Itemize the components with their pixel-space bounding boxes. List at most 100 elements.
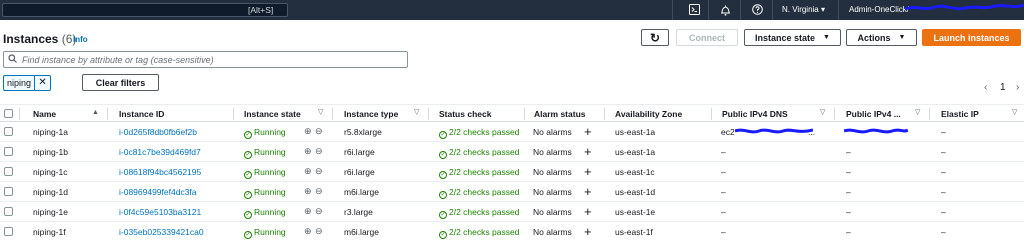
add-alarm-icon[interactable]: + — [584, 164, 592, 179]
notifications-icon[interactable] — [719, 4, 731, 16]
zoom-out-icon[interactable]: ⊖ — [315, 146, 323, 157]
add-alarm-icon[interactable]: + — [584, 224, 592, 239]
status-label: 2/2 checks passed — [449, 227, 520, 237]
sort-icon[interactable]: ▽ — [318, 108, 323, 116]
column-header-instance-state[interactable]: Instance state — [244, 109, 301, 119]
connect-button[interactable]: Connect — [676, 29, 738, 46]
select-all-checkbox[interactable] — [4, 109, 13, 118]
zoom-in-icon[interactable]: ⊕ — [304, 126, 312, 137]
column-header-public-ip[interactable]: Public IPv4 ... — [846, 109, 901, 119]
table-row[interactable]: niping-1d i-08969499fef4dc3fa ✓ Running ⊕… — [0, 182, 1024, 202]
zoom-out-icon[interactable]: ⊖ — [315, 126, 323, 137]
zoom-in-icon[interactable]: ⊕ — [304, 226, 312, 237]
add-alarm-icon[interactable]: + — [584, 184, 592, 199]
global-search-input[interactable] — [2, 3, 288, 17]
table-row[interactable]: niping-1e i-0f4c59e5103ba3121 ✓ Running ⊕… — [0, 202, 1024, 222]
info-link[interactable]: Info — [73, 35, 88, 44]
cell-public-dns: – — [721, 147, 726, 157]
status-label: 2/2 checks passed — [449, 187, 520, 197]
row-checkbox[interactable] — [4, 147, 13, 156]
row-checkbox[interactable] — [4, 207, 13, 216]
nav-divider — [672, 0, 673, 20]
cell-public-dns[interactable]: ec2 — [721, 127, 735, 137]
column-header-availability-zone[interactable]: Availability Zone — [615, 109, 682, 119]
sort-ascending-icon[interactable]: ▲ — [92, 109, 99, 116]
column-header-alarm-status[interactable]: Alarm status — [534, 109, 586, 119]
row-checkbox[interactable] — [4, 227, 13, 236]
add-alarm-icon[interactable]: + — [584, 124, 592, 139]
cell-availability-zone: us-east-1e — [615, 207, 656, 217]
search-icon — [8, 53, 17, 66]
cloudshell-icon[interactable] — [688, 4, 700, 16]
zoom-in-icon[interactable]: ⊕ — [304, 166, 312, 177]
check-circle-icon: ✓ — [439, 191, 447, 199]
account-menu[interactable]: Admin-OneClick/ — [849, 5, 909, 14]
zoom-out-icon[interactable]: ⊖ — [315, 206, 323, 217]
cell-status-check[interactable]: ✓ 2/2 checks passed — [439, 207, 519, 219]
column-header-elastic-ip[interactable]: Elastic IP — [941, 109, 979, 119]
cell-public-ip: – — [846, 187, 851, 197]
cell-instance-type: r3.large — [344, 207, 373, 217]
sort-icon[interactable]: ▽ — [1012, 108, 1017, 116]
cell-instance-type: r6i.large — [344, 147, 375, 157]
nav-divider — [838, 0, 839, 20]
row-checkbox[interactable] — [4, 127, 13, 136]
add-alarm-icon[interactable]: + — [584, 144, 592, 159]
cell-instance-id[interactable]: i-08618f94bc4562195 — [119, 167, 201, 177]
add-alarm-icon[interactable]: + — [584, 204, 592, 219]
column-divider — [233, 108, 234, 120]
cell-status-check[interactable]: ✓ 2/2 checks passed — [439, 127, 519, 139]
cell-alarm-status: No alarms — [533, 187, 572, 197]
status-label: 2/2 checks passed — [449, 147, 520, 157]
zoom-out-icon[interactable]: ⊖ — [315, 166, 323, 177]
cell-instance-id[interactable]: i-0f4c59e5103ba3121 — [119, 207, 201, 217]
sort-icon[interactable]: ▽ — [820, 108, 825, 116]
column-header-status-check[interactable]: Status check — [439, 109, 491, 119]
table-row[interactable]: niping-1a i-0d265f8db0fb6ef2b ✓ Running ⊕… — [0, 122, 1024, 142]
instance-state-button[interactable]: Instance state ▼ — [744, 29, 841, 46]
redacted-dns-scribble — [735, 128, 813, 134]
cell-status-check[interactable]: ✓ 2/2 checks passed — [439, 147, 519, 159]
row-checkbox[interactable] — [4, 167, 13, 176]
check-circle-icon: ✓ — [244, 171, 252, 179]
zoom-out-icon[interactable]: ⊖ — [315, 226, 323, 237]
cell-alarm-status: No alarms — [533, 167, 572, 177]
column-header-public-dns[interactable]: Public IPv4 DNS — [722, 109, 788, 119]
cell-elastic-ip: – — [941, 227, 946, 237]
cell-instance-id[interactable]: i-0d265f8db0fb6ef2b — [119, 127, 197, 137]
clear-filters-button[interactable]: Clear filters — [82, 74, 159, 91]
cell-instance-id[interactable]: i-0c81c7be39d469fd7 — [119, 147, 201, 157]
next-page-icon[interactable]: › — [1016, 82, 1019, 93]
page-number[interactable]: 1 — [1000, 82, 1006, 93]
cell-status-check[interactable]: ✓ 2/2 checks passed — [439, 167, 519, 179]
instance-filter-input[interactable]: Find instance by attribute or tag (case-… — [3, 51, 408, 68]
cell-elastic-ip: – — [941, 167, 946, 177]
actions-button[interactable]: Actions ▼ — [846, 29, 917, 46]
filter-placeholder: Find instance by attribute or tag (case-… — [22, 54, 214, 65]
region-selector[interactable]: N. Virginia ▾ — [782, 5, 825, 14]
column-header-instance-type[interactable]: Instance type — [344, 109, 398, 119]
search-shortcut-hint: [Alt+S] — [248, 5, 274, 15]
help-icon[interactable] — [751, 4, 763, 16]
sort-icon[interactable]: ▽ — [915, 108, 920, 116]
refresh-button[interactable]: ↻ — [641, 29, 669, 46]
zoom-in-icon[interactable]: ⊕ — [304, 146, 312, 157]
launch-instances-button[interactable]: Launch instances — [922, 29, 1021, 46]
table-row[interactable]: niping-1f i-035eb025339421ca0 ✓ Running ⊕… — [0, 222, 1024, 242]
cell-status-check[interactable]: ✓ 2/2 checks passed — [439, 227, 519, 239]
nav-divider — [708, 0, 709, 20]
sort-icon[interactable]: ▽ — [414, 108, 419, 116]
zoom-in-icon[interactable]: ⊕ — [304, 206, 312, 217]
table-row[interactable]: niping-1c i-08618f94bc4562195 ✓ Running ⊕… — [0, 162, 1024, 182]
cell-status-check[interactable]: ✓ 2/2 checks passed — [439, 187, 519, 199]
remove-filter-icon[interactable]: ✕ — [34, 76, 50, 90]
cell-instance-id[interactable]: i-035eb025339421ca0 — [119, 227, 204, 237]
cell-instance-id[interactable]: i-08969499fef4dc3fa — [119, 187, 197, 197]
column-header-name[interactable]: Name — [33, 109, 56, 119]
previous-page-icon[interactable]: ‹ — [984, 82, 987, 93]
table-row[interactable]: niping-1b i-0c81c7be39d469fd7 ✓ Running ⊕… — [0, 142, 1024, 162]
row-checkbox[interactable] — [4, 187, 13, 196]
zoom-out-icon[interactable]: ⊖ — [315, 186, 323, 197]
zoom-in-icon[interactable]: ⊕ — [304, 186, 312, 197]
column-header-instance-id[interactable]: Instance ID — [119, 109, 164, 119]
